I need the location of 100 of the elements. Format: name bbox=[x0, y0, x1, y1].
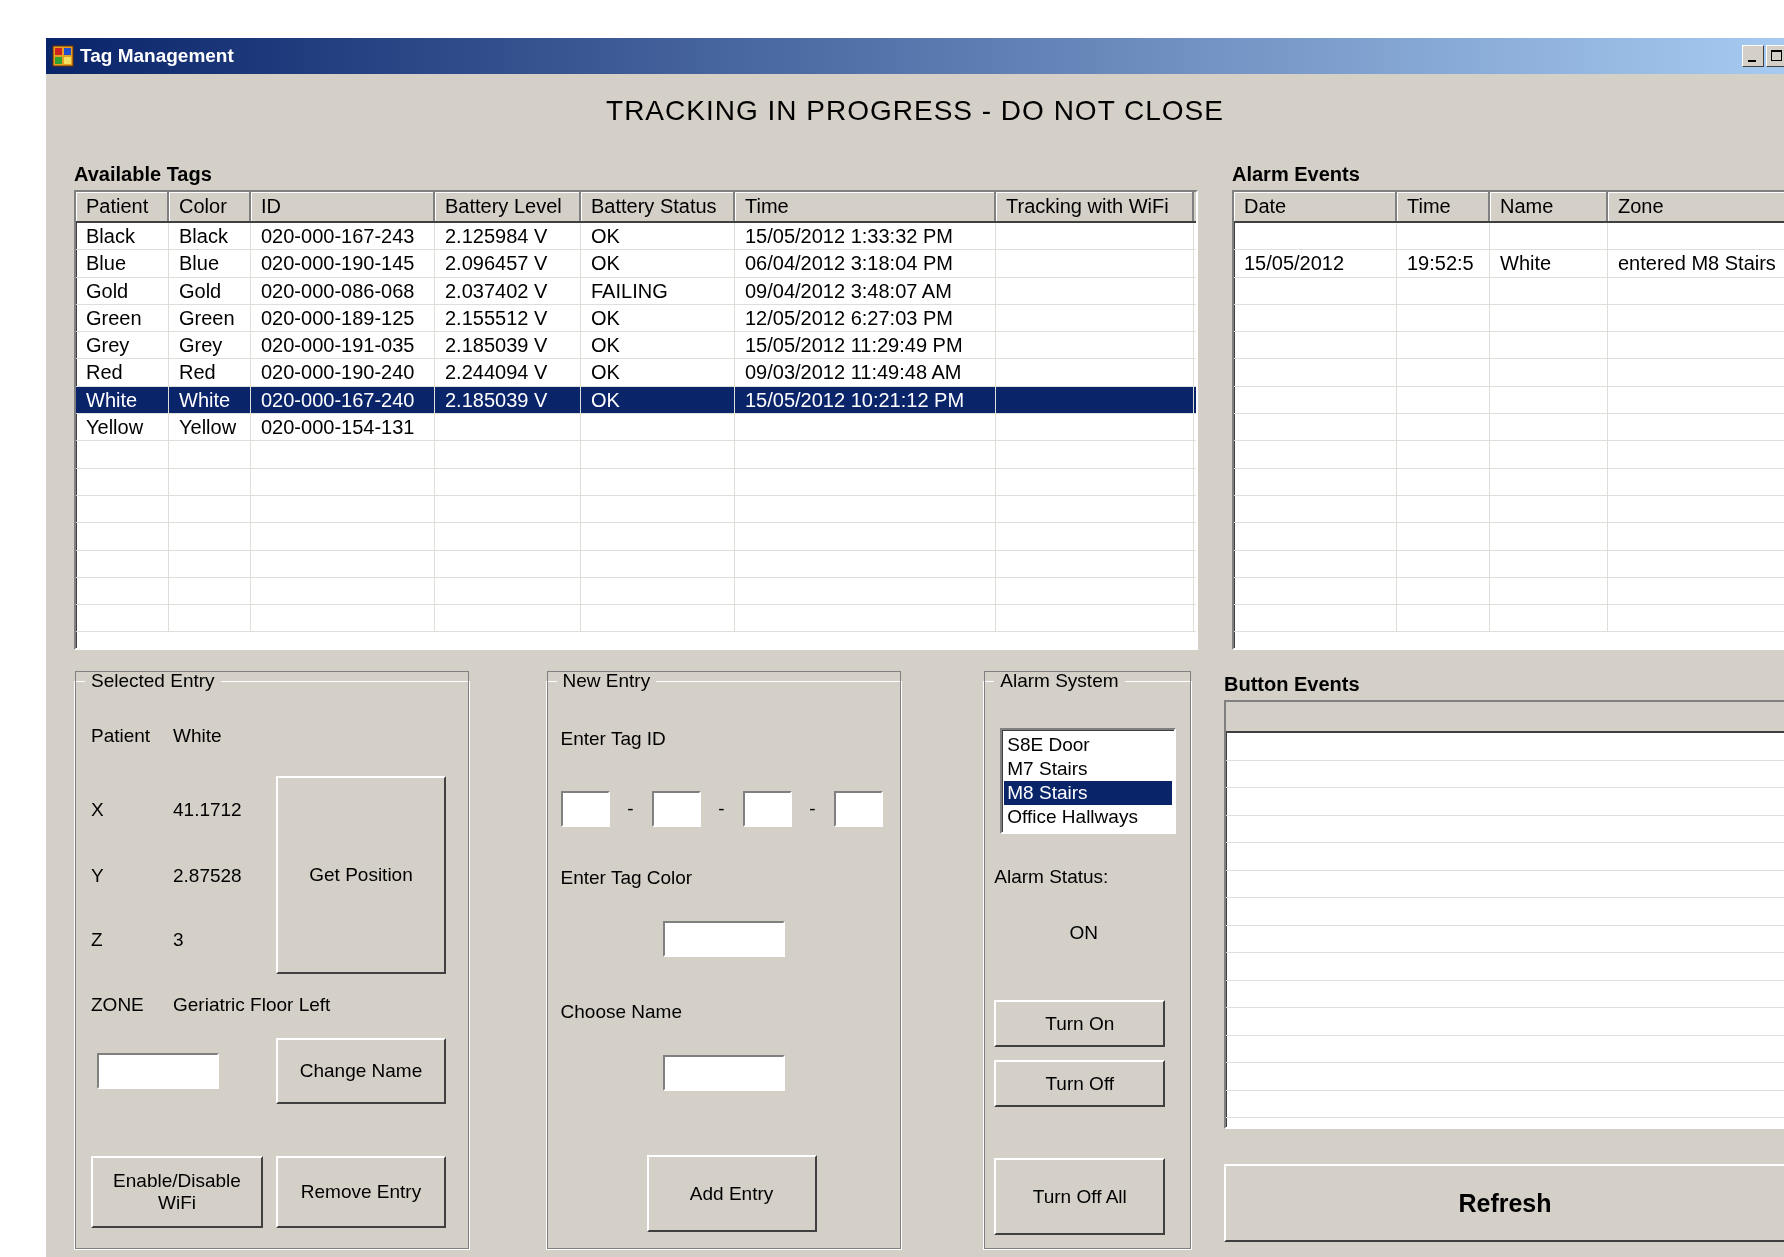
name-input-field[interactable] bbox=[97, 1053, 219, 1089]
table-cell: OK bbox=[591, 388, 620, 411]
column-header[interactable]: Patient bbox=[76, 192, 169, 221]
table-cell: OK bbox=[591, 306, 620, 329]
tag-row[interactable]: Black Black 020-000-167-243 2.125984 V OK 15/05/2012 1:33:32 PM bbox=[76, 223, 1196, 251]
table-cell: Blue bbox=[86, 252, 127, 275]
zone-list-item[interactable]: S8E Door bbox=[1004, 733, 1173, 757]
tag-row[interactable]: Gold Gold 020-000-086-068 2.037402 V FAILING 09/04/2012 3:48:07 AM bbox=[76, 277, 1196, 305]
zone-list-item[interactable]: Office Hallways bbox=[1004, 805, 1173, 829]
maximize-icon bbox=[1770, 49, 1784, 63]
tag-color-field[interactable] bbox=[662, 921, 785, 957]
field-value: 3 bbox=[173, 929, 185, 951]
field-label: ZONE bbox=[91, 994, 145, 1016]
table-cell: OK bbox=[591, 361, 620, 384]
table-cell: 020-000-191-035 bbox=[261, 334, 415, 357]
tag-row[interactable]: Green Green 020-000-189-125 2.155512 V OK 12/05/2012 6:27:03 PM bbox=[76, 304, 1196, 333]
table-cell: White bbox=[179, 388, 231, 411]
maximize-button[interactable] bbox=[1766, 45, 1784, 67]
table-cell: 020-000-086-068 bbox=[261, 279, 415, 302]
group-title: Selected Entry bbox=[90, 670, 216, 692]
banner-title: TRACKING IN PROGRESS - DO NOT CLOSE bbox=[606, 95, 1224, 126]
table-cell: 2.244094 V bbox=[445, 361, 548, 384]
turn-off-button[interactable]: Turn Off bbox=[994, 1060, 1166, 1107]
table-cell: 2.037402 V bbox=[445, 279, 548, 302]
table-cell: FAILING bbox=[591, 279, 668, 302]
table-cell: 020-000-190-240 bbox=[261, 361, 415, 384]
table-cell: OK bbox=[591, 334, 620, 357]
table-cell: 020-000-167-240 bbox=[261, 388, 415, 411]
section-label: Button Events bbox=[1224, 672, 1361, 697]
get-position-button[interactable]: Get Position bbox=[276, 776, 446, 974]
section-label: Available Tags bbox=[74, 162, 213, 187]
table-cell: 12/05/2012 6:27:03 PM bbox=[745, 306, 953, 329]
tag-id-field[interactable] bbox=[651, 791, 701, 827]
turn-on-button[interactable]: Turn On bbox=[994, 1000, 1166, 1047]
enable-disable-wifi-button[interactable]: Enable/Disable WiFi bbox=[91, 1156, 263, 1228]
zone-list-item[interactable]: M8 Stairs bbox=[1004, 781, 1173, 805]
field-value: 41.1712 bbox=[173, 799, 243, 821]
table-cell: 19:52:5 bbox=[1407, 252, 1474, 275]
table-cell: 15/05/2012 11:29:49 PM bbox=[745, 334, 963, 357]
table-cell: Black bbox=[179, 225, 228, 247]
table-cell: 2.125984 V bbox=[445, 225, 548, 247]
minimize-icon bbox=[1747, 60, 1756, 62]
separator-text: - bbox=[626, 798, 635, 820]
window-title: Tag Management bbox=[80, 45, 235, 67]
name-field[interactable] bbox=[662, 1055, 785, 1091]
tag-row[interactable]: Red Red 020-000-190-240 2.244094 V OK 09/03/2012 11:49:48 AM bbox=[76, 359, 1196, 387]
section-label: Alarm Events bbox=[1232, 162, 1361, 187]
app-icon bbox=[52, 45, 74, 67]
separator-text: - bbox=[808, 798, 817, 820]
change-name-button[interactable]: Change Name bbox=[276, 1038, 446, 1104]
field-value: White bbox=[173, 725, 223, 747]
column-header[interactable]: Zone bbox=[1608, 192, 1784, 221]
table-cell: 2.185039 V bbox=[445, 388, 548, 411]
table-cell: 020-000-190-145 bbox=[261, 252, 415, 275]
table-cell: Gold bbox=[86, 279, 129, 302]
table-cell: 15/05/2012 1:33:32 PM bbox=[745, 225, 953, 247]
add-entry-button[interactable]: Add Entry bbox=[646, 1155, 817, 1232]
table-cell: OK bbox=[591, 252, 620, 275]
group-title: New Entry bbox=[561, 670, 652, 692]
column-header[interactable]: Time bbox=[735, 192, 996, 221]
column-header[interactable]: Time bbox=[1397, 192, 1490, 221]
tag-row[interactable]: Grey Grey 020-000-191-035 2.185039 V OK 15/05/2012 11:29:49 PM bbox=[76, 332, 1196, 360]
table-cell: Red bbox=[179, 361, 216, 384]
table-cell: White bbox=[1500, 252, 1552, 275]
table-cell: 020-000-167-243 bbox=[261, 225, 415, 247]
table-cell: Blue bbox=[179, 252, 220, 275]
field-value: 2.87528 bbox=[173, 865, 243, 887]
alarm-status-value: ON bbox=[1069, 922, 1098, 944]
table-cell: Yellow bbox=[179, 416, 237, 439]
column-header[interactable]: Color bbox=[169, 192, 251, 221]
group-title: Alarm System bbox=[999, 670, 1120, 692]
field-label: Choose Name bbox=[560, 1001, 683, 1024]
alarm-status-label: Alarm Status: bbox=[994, 866, 1110, 888]
field-value: Geriatric Floor Left bbox=[173, 994, 332, 1016]
column-header[interactable]: ID bbox=[251, 192, 435, 221]
tag-id-field[interactable] bbox=[833, 791, 883, 827]
column-header[interactable]: Battery Status bbox=[581, 192, 735, 221]
table-cell: Grey bbox=[86, 334, 130, 357]
column-header[interactable]: Tracking with WiFi bbox=[996, 192, 1194, 221]
tag-id-field[interactable] bbox=[560, 791, 610, 827]
table-cell: Red bbox=[86, 361, 123, 384]
table-cell: Black bbox=[86, 225, 135, 247]
table-cell: Yellow bbox=[86, 416, 144, 439]
tag-row[interactable]: Blue Blue 020-000-190-145 2.096457 V OK 06/04/2012 3:18:04 PM bbox=[76, 250, 1196, 278]
column-header[interactable]: Name bbox=[1490, 192, 1608, 221]
minimize-button[interactable] bbox=[1742, 45, 1764, 67]
field-label: Z bbox=[91, 929, 104, 951]
column-header[interactable]: Date bbox=[1234, 192, 1397, 221]
tag-id-field[interactable] bbox=[742, 791, 792, 827]
field-label: Enter Tag Color bbox=[560, 867, 694, 890]
table-cell: OK bbox=[591, 225, 620, 247]
remove-entry-button[interactable]: Remove Entry bbox=[276, 1156, 446, 1228]
field-label: X bbox=[91, 799, 105, 821]
table-cell: 09/04/2012 3:48:07 AM bbox=[745, 279, 952, 302]
zone-list-item[interactable]: M7 Stairs bbox=[1004, 757, 1173, 781]
tag-row[interactable]: White White 020-000-167-240 2.185039 V OK 15/05/2012 10:21:12 PM bbox=[76, 386, 1196, 415]
turn-off-all-button[interactable]: Turn Off All bbox=[994, 1158, 1166, 1235]
column-header[interactable]: Battery Level bbox=[435, 192, 581, 221]
refresh-button[interactable]: Refresh bbox=[1224, 1164, 1784, 1242]
tag-row[interactable]: Yellow Yellow 020-000-154-131 bbox=[76, 414, 1196, 442]
